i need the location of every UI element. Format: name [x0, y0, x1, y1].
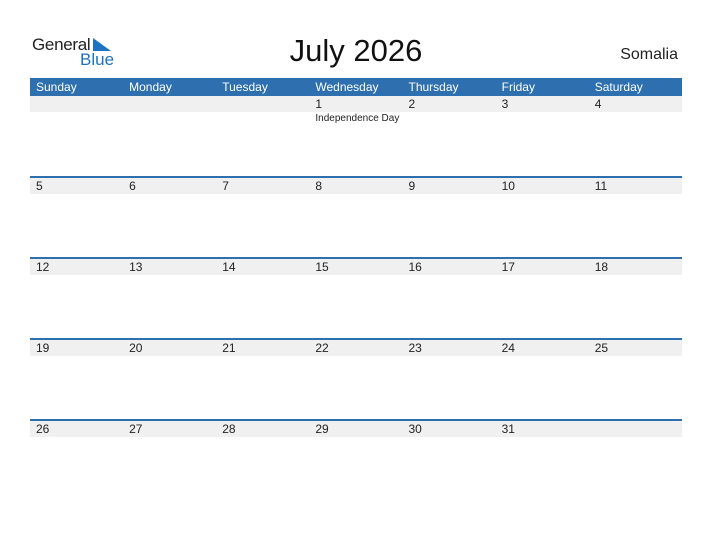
day-number: 2	[408, 97, 416, 111]
day-number: 31	[501, 422, 515, 436]
day-number: 20	[129, 341, 143, 355]
day-number: 24	[501, 341, 515, 355]
day-event	[403, 112, 496, 126]
weekday-friday: Friday	[501, 80, 535, 94]
date-band: 19 20 21 22 23 24 25	[30, 340, 682, 356]
day-event	[216, 112, 309, 126]
day-number: 30	[408, 422, 422, 436]
date-band: 5 6 7 8 9 10 11	[30, 178, 682, 194]
week-row: 26 27 28 29 30 31	[30, 419, 682, 437]
weekday-wednesday: Wednesday	[315, 80, 379, 94]
day-number: 9	[408, 179, 416, 193]
day-number: 3	[501, 97, 509, 111]
day-number	[589, 421, 682, 437]
day-number: 29	[315, 422, 329, 436]
day-number: 22	[315, 341, 329, 355]
day-number: 25	[594, 341, 609, 355]
day-number: 6	[129, 179, 136, 193]
country-label: Somalia	[620, 46, 678, 63]
day-number: 26	[36, 422, 50, 436]
day-number: 1	[315, 97, 323, 111]
week-row: 19 20 21 22 23 24 25	[30, 338, 682, 356]
events-row: Independence Day	[30, 112, 682, 126]
week-row: 1 2 3 4 Independence Day	[30, 96, 682, 126]
day-number	[123, 96, 216, 112]
day-number: 27	[129, 422, 143, 436]
day-number: 16	[408, 260, 422, 274]
weekday-monday: Monday	[129, 80, 172, 94]
weekday-thursday: Thursday	[408, 80, 459, 94]
day-number: 23	[408, 341, 422, 355]
day-number	[216, 96, 309, 112]
calendar-title: July 2026	[289, 33, 423, 68]
day-number: 13	[129, 260, 143, 274]
date-band: 1 2 3 4	[30, 96, 682, 112]
day-number: 21	[222, 341, 236, 355]
day-number: 19	[36, 341, 50, 355]
day-number: 10	[501, 179, 515, 193]
day-number: 14	[222, 260, 236, 274]
day-number: 5	[36, 179, 43, 193]
day-number: 17	[501, 260, 515, 274]
day-number: 7	[222, 179, 229, 193]
day-event: Independence Day	[315, 113, 400, 124]
day-number	[30, 96, 123, 112]
day-number: 18	[594, 260, 609, 274]
weekday-header: Sunday Monday Tuesday Wednesday Thursday…	[30, 78, 682, 96]
day-number: 8	[315, 179, 323, 193]
day-number: 28	[222, 422, 236, 436]
day-number: 4	[594, 97, 602, 111]
date-band: 26 27 28 29 30 31	[30, 421, 682, 437]
day-event	[496, 112, 589, 126]
day-number: 11	[594, 179, 608, 193]
week-row: 5 6 7 8 9 10 11	[30, 176, 682, 194]
day-event	[123, 112, 216, 126]
day-event	[589, 112, 682, 126]
weekday-sunday: Sunday	[36, 80, 77, 94]
weekday-tuesday: Tuesday	[222, 80, 268, 94]
weekday-saturday: Saturday	[594, 80, 643, 94]
day-event	[30, 112, 123, 126]
day-number: 15	[315, 260, 329, 274]
week-row: 12 13 14 15 16 17 18	[30, 257, 682, 275]
date-band: 12 13 14 15 16 17 18	[30, 259, 682, 275]
day-number: 12	[36, 260, 50, 274]
